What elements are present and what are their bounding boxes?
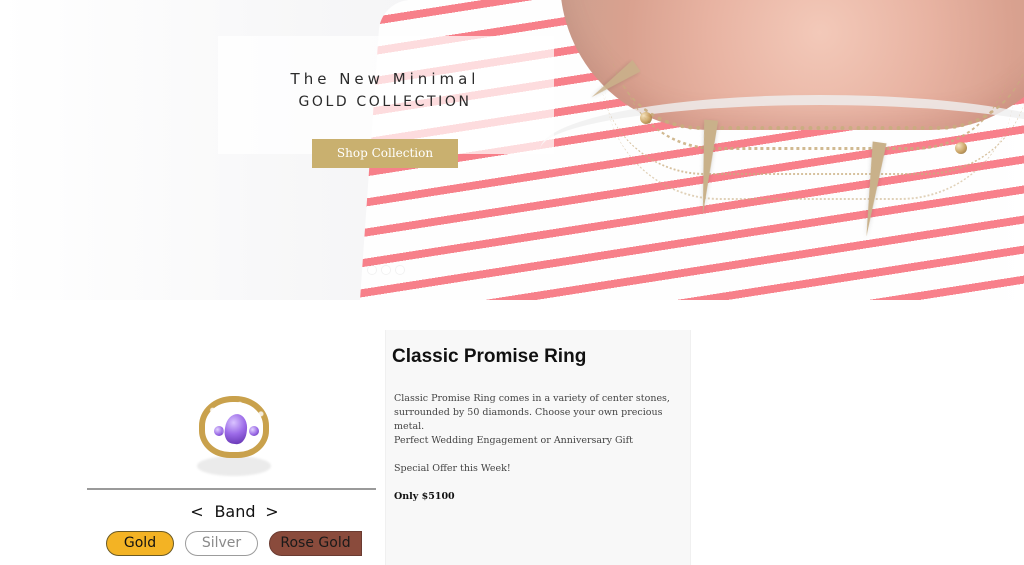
chevron-left-icon[interactable]: < — [187, 500, 207, 524]
metal-options: Gold Silver Rose Gold — [106, 531, 381, 557]
page: The New Minimal GOLD COLLECTION Shop Col… — [0, 0, 1024, 565]
carousel-dot[interactable] — [368, 266, 376, 274]
hero-stud — [640, 112, 652, 124]
shop-collection-button[interactable]: Shop Collection — [312, 139, 458, 168]
ring-sparkles — [197, 388, 275, 462]
product-price: Only $5100 — [394, 491, 455, 502]
hero-necklace-chain — [605, 85, 1015, 200]
metal-option-gold[interactable]: Gold — [106, 531, 174, 556]
chevron-right-icon[interactable]: > — [262, 500, 282, 524]
product-offer: Special Offer this Week! — [394, 463, 511, 474]
configurator-divider — [87, 488, 376, 490]
metal-option-silver[interactable]: Silver — [185, 531, 258, 556]
ring-image — [189, 378, 279, 478]
band-label: Band — [214, 502, 256, 521]
ring-image-icon — [189, 378, 279, 478]
hero-stud — [955, 142, 967, 154]
product-title: Classic Promise Ring — [392, 346, 587, 367]
product-details-panel: Classic Promise Ring Classic Promise Rin… — [385, 330, 691, 565]
hero-carousel-dots — [368, 264, 410, 276]
metal-option-rose-gold[interactable]: Rose Gold — [269, 531, 362, 556]
hero-banner: The New Minimal GOLD COLLECTION Shop Col… — [0, 0, 1024, 300]
hero-title-line-1: The New Minimal — [290, 70, 480, 88]
band-nav: < Band > — [87, 500, 376, 524]
carousel-dot[interactable] — [396, 266, 404, 274]
product-description: Classic Promise Ring comes in a variety … — [394, 393, 670, 432]
product-subdescription: Perfect Wedding Engagement or Anniversar… — [394, 435, 633, 446]
product-configurator: < Band > Gold Silver Rose Gold — [87, 330, 387, 565]
hero-title-line-2: GOLD COLLECTION — [298, 94, 472, 110]
carousel-dot-active[interactable] — [382, 266, 390, 274]
